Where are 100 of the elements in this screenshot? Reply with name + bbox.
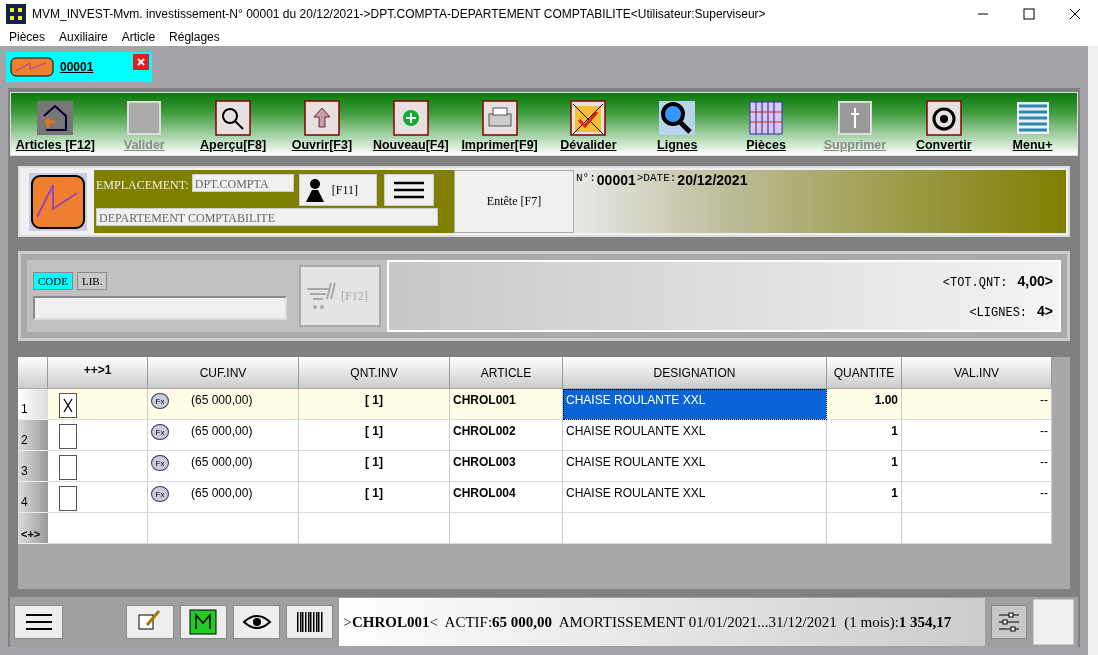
table-cell: Fx (65 000,00) xyxy=(148,451,299,482)
search-mode-tab[interactable]: LIB. xyxy=(76,272,108,290)
menu-button[interactable] xyxy=(14,605,64,639)
row-number[interactable]: 3 xyxy=(18,451,48,482)
empty-panel xyxy=(1032,599,1074,645)
table-cell: -- xyxy=(902,451,1052,482)
table-cell: CHAISE ROULANTE XXL xyxy=(563,420,827,451)
fx-button[interactable]: Fx xyxy=(151,455,169,471)
table-cell: CHROL001 xyxy=(450,389,563,420)
toolbar-button[interactable]: Dévalider xyxy=(544,93,633,155)
corner-header xyxy=(18,357,48,389)
menu-icon xyxy=(23,612,54,632)
total-value: 4> xyxy=(1037,302,1053,319)
table-cell: CHROL004 xyxy=(450,482,563,513)
barcode-button[interactable] xyxy=(286,605,334,639)
menu-item[interactable]: Pièces xyxy=(9,30,46,44)
table-cell: -- xyxy=(902,389,1052,420)
number-label: N°: xyxy=(576,172,596,184)
search-icon xyxy=(658,100,697,136)
row-number[interactable]: 4 xyxy=(18,482,48,513)
unvalidate-icon xyxy=(569,100,608,136)
checkbox[interactable] xyxy=(59,486,77,511)
toolbar-button[interactable]: Articles [F12] xyxy=(11,93,100,155)
checkbox[interactable] xyxy=(59,393,77,418)
location-name-field[interactable]: DEPARTEMENT COMPTABILITE xyxy=(96,208,438,226)
print-icon xyxy=(480,100,519,136)
settings-icon xyxy=(996,610,1021,634)
date-label: >DATE: xyxy=(636,172,677,184)
document-icon xyxy=(10,57,54,77)
column-header[interactable]: VAL.INV xyxy=(902,357,1052,389)
toolbar-button[interactable]: Imprimer[F9] xyxy=(455,93,544,155)
menu-button[interactable] xyxy=(383,174,434,206)
table-cell: CHAISE ROULANTE XXL xyxy=(563,451,827,482)
column-header[interactable]: QNT.INV xyxy=(299,357,450,389)
table-cell: [ 1] xyxy=(299,482,450,513)
m-icon xyxy=(189,609,218,635)
fx-button[interactable]: Fx xyxy=(151,393,169,409)
table-cell: Fx (65 000,00) xyxy=(148,389,299,420)
table-cell: CHROL003 xyxy=(450,451,563,482)
column-header[interactable]: CUF.INV xyxy=(148,357,299,389)
menu-icon xyxy=(391,180,426,200)
settings-button[interactable] xyxy=(991,605,1027,639)
location-code-field[interactable]: DPT.COMPTA xyxy=(191,174,294,192)
toolbar-button[interactable]: Nouveau[F4] xyxy=(366,93,456,155)
menu-item[interactable]: Réglages xyxy=(169,30,220,44)
menu-item[interactable]: Article xyxy=(121,30,156,44)
checkbox[interactable] xyxy=(59,424,77,449)
table-cell: [ 1] xyxy=(299,420,450,451)
toolbar-button[interactable]: Ouvrir[F3] xyxy=(277,93,367,155)
document-tab[interactable]: 00001 xyxy=(6,52,152,82)
table-cell: -- xyxy=(902,482,1052,513)
add-row-label[interactable]: <+> xyxy=(18,513,48,544)
entete-button[interactable]: Entête [F7] xyxy=(454,170,574,233)
toolbar-button[interactable]: Menu+ xyxy=(988,93,1077,155)
fx-button[interactable]: Fx xyxy=(151,486,169,502)
table-cell: CHAISE ROULANTE XXL xyxy=(563,389,827,420)
row-number[interactable]: 2 xyxy=(18,420,48,451)
toolbar-button[interactable]: Aperçu[F8] xyxy=(188,93,278,155)
date-value: 20/12/2021 xyxy=(677,172,748,188)
total-label: <LIGNES: xyxy=(969,305,1028,320)
fx-button[interactable]: Fx xyxy=(151,424,169,440)
table-cell: CHAISE ROULANTE XXL xyxy=(563,482,827,513)
column-header[interactable]: ++>1 xyxy=(48,357,148,389)
preview-icon xyxy=(214,100,253,136)
table-cell: Fx (65 000,00) xyxy=(148,482,299,513)
person-icon xyxy=(303,178,326,202)
table-cell: 1.00 xyxy=(827,389,902,420)
cart-icon xyxy=(305,281,339,311)
app-icon xyxy=(6,4,26,24)
column-header[interactable]: ARTICLE xyxy=(450,357,563,389)
tab-close-icon[interactable] xyxy=(133,54,149,70)
search-field[interactable] xyxy=(33,296,287,320)
status-text: >CHROL001< ACTIF:65 000,00 AMORTISSEMENT 01/01/2021...31/12/2021 (1 mois):1 354,17 xyxy=(339,598,986,646)
new-icon xyxy=(391,100,430,136)
edit-button[interactable] xyxy=(126,605,174,639)
column-header[interactable]: DESIGNATION xyxy=(563,357,827,389)
number-value: 00001 xyxy=(596,172,636,188)
toolbar-button[interactable]: Pièces xyxy=(721,93,811,155)
eye-icon xyxy=(241,612,272,632)
total-value: 4,00> xyxy=(1017,272,1053,289)
total-label: <TOT.QNT: xyxy=(942,275,1008,290)
location-label: EMPLACEMENT: xyxy=(96,178,189,193)
column-header[interactable]: QUANTITE xyxy=(827,357,902,389)
eye-button[interactable] xyxy=(232,605,281,639)
table-cell: [ 1] xyxy=(299,451,450,482)
row-number[interactable]: 1 xyxy=(18,389,48,420)
checkbox[interactable] xyxy=(59,455,77,480)
user-button[interactable]: [F11] xyxy=(298,174,377,206)
barcode-icon xyxy=(294,610,325,634)
table-cell: 1 xyxy=(827,482,902,513)
m-button[interactable] xyxy=(179,605,227,639)
window-title: MVM_INVEST-Mvm. investissement-N° 00001 du 20/12/2021->DPT.COMPTA-DEPARTEMENT COMPTABILITE<Utilisateur:Superviseur> xyxy=(32,7,767,21)
x-mark-icon xyxy=(62,397,74,414)
table-cell: Fx (65 000,00) xyxy=(148,420,299,451)
table-cell: 1 xyxy=(827,420,902,451)
table-cell: CHROL002 xyxy=(450,420,563,451)
toolbar-button[interactable]: Convertir xyxy=(899,93,989,155)
menu-item[interactable]: Auxiliaire xyxy=(59,30,108,44)
toolbar-button[interactable]: Lignes xyxy=(632,93,722,155)
search-mode-tab[interactable]: CODE xyxy=(33,272,73,290)
